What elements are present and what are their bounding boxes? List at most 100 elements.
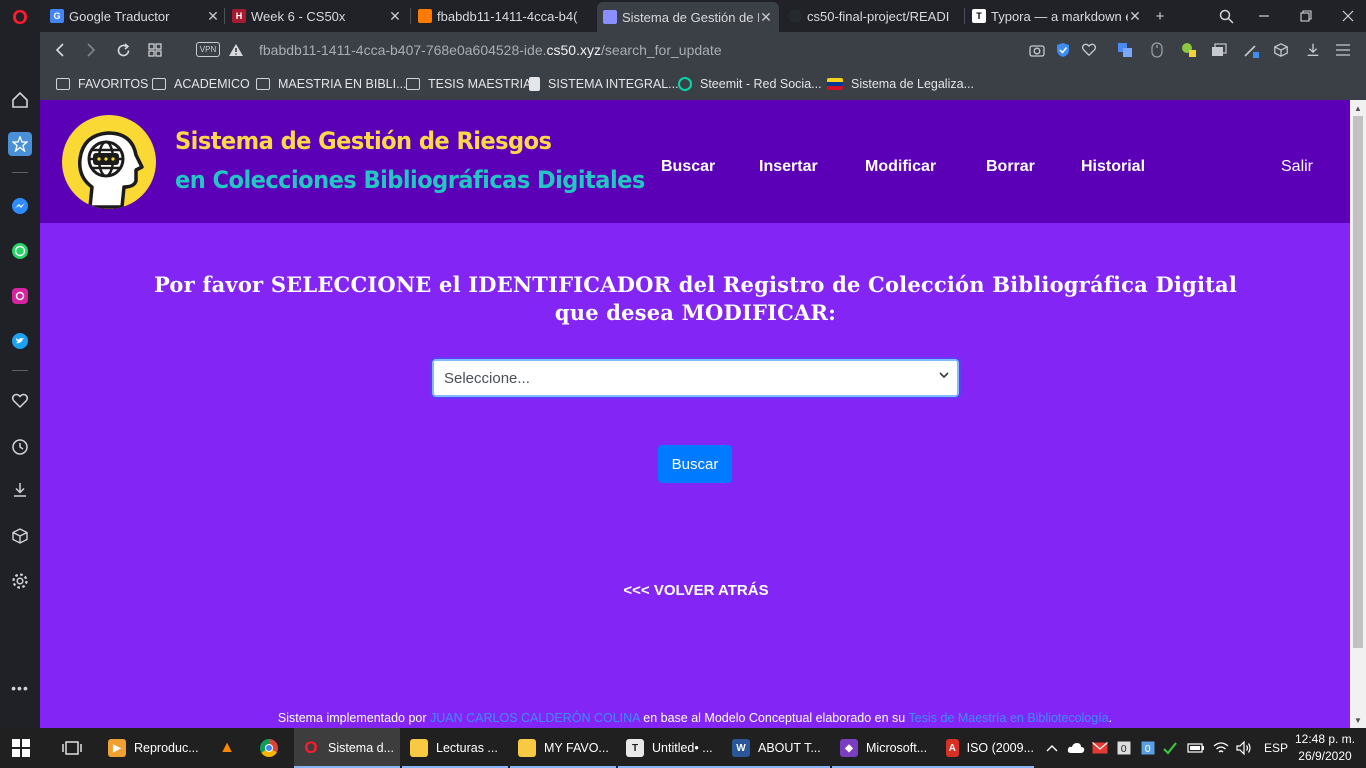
bookmark-tesis[interactable]: TESIS MAESTRIA [406, 75, 532, 93]
bookmark-label: Steemit - Red Socia... [700, 77, 822, 91]
bookmark-favoritos[interactable]: FAVORITOS [56, 75, 148, 93]
checkmark-pencil-icon[interactable] [1161, 739, 1179, 757]
bookmark-sistema-integral[interactable]: SISTEMA INTEGRAL... [529, 75, 679, 93]
typora-icon: T [626, 739, 644, 757]
settings-gear-icon[interactable] [8, 569, 32, 593]
bookmark-steemit[interactable]: Steemit - Red Socia... [678, 75, 822, 93]
wifi-icon[interactable] [1212, 739, 1230, 757]
downloads-icon[interactable] [8, 478, 32, 502]
warning-icon[interactable] [226, 40, 246, 60]
tab-cs50-ide[interactable]: fbabdb11-1411-4cca-b4( [412, 2, 594, 30]
thesis-link[interactable]: Tesis de Maestría en Bibliotecología [909, 711, 1109, 725]
tab-typora[interactable]: T Typora — a markdown e ✕ [966, 2, 1148, 30]
pencil-extension-icon[interactable] [1242, 41, 1260, 59]
close-tab-icon[interactable]: ✕ [1128, 8, 1142, 25]
tray-app-icon[interactable]: 0 [1139, 739, 1157, 757]
snapshot-stack-icon[interactable] [1210, 41, 1228, 59]
close-window-icon[interactable] [1338, 6, 1358, 26]
taskbar-item-chrome[interactable] [252, 728, 292, 768]
volume-icon[interactable] [1235, 739, 1253, 757]
input-language[interactable]: ESP [1264, 741, 1288, 755]
taskbar-label: Microsoft... [866, 741, 928, 755]
nav-historial[interactable]: Historial [1081, 158, 1145, 176]
logout-link[interactable]: Salir [1281, 158, 1313, 176]
address-bar: VPN fbabdb11-1411-4cca-b407-768e0a604528… [40, 32, 1366, 68]
tab-search-icon[interactable] [1216, 6, 1236, 26]
tab-sistema-gestion[interactable]: Sistema de Gestión de R ✕ [597, 2, 779, 32]
taskbar-item-vlc[interactable]: ▲ [210, 728, 250, 768]
identifier-select[interactable]: Seleccione... [432, 359, 959, 397]
minimize-icon[interactable] [1254, 6, 1274, 26]
chevron-up-icon[interactable] [1043, 739, 1061, 757]
easy-setup-menu-icon[interactable] [1334, 41, 1352, 59]
head-globe-logo-icon[interactable] [62, 115, 156, 209]
bookmark-heart-icon[interactable] [1080, 41, 1098, 59]
close-tab-icon[interactable]: ✕ [388, 8, 402, 25]
close-tab-icon[interactable]: ✕ [206, 8, 220, 25]
home-icon[interactable] [8, 88, 32, 112]
taskbar-item-opera[interactable]: O Sistema d... [294, 728, 400, 768]
history-clock-icon[interactable] [8, 435, 32, 459]
system-clock[interactable]: 12:48 p. m. 26/9/2020 [1292, 731, 1358, 765]
back-link[interactable]: <<< VOLVER ATRÁS [620, 582, 772, 599]
messenger-icon[interactable] [8, 194, 32, 218]
taskbar-item-pdf[interactable]: A ISO (2009... [938, 728, 1034, 768]
vpn-badge[interactable]: VPN [196, 42, 220, 57]
taskbar-item-typora[interactable]: T Untitled• ... [618, 728, 724, 768]
forward-arrow-icon[interactable] [81, 40, 101, 60]
bookmark-academico[interactable]: ACADEMICO [152, 75, 250, 93]
scroll-thumb[interactable] [1353, 116, 1363, 648]
taskbar-item-lecturas[interactable]: Lecturas ... [402, 728, 508, 768]
tab-github-readme[interactable]: cs50-final-project/READI [782, 2, 964, 30]
scroll-up-arrow-icon[interactable]: ▲ [1350, 100, 1366, 116]
instagram-icon[interactable] [8, 284, 32, 308]
download-icon[interactable] [1304, 41, 1322, 59]
nav-modificar[interactable]: Modificar [865, 158, 936, 176]
scroll-down-arrow-icon[interactable]: ▼ [1350, 712, 1366, 728]
page-scrollbar[interactable]: ▲ ▼ [1350, 100, 1366, 728]
url-field[interactable]: fbabdb11-1411-4cca-b407-768e0a604528-ide… [259, 42, 722, 58]
camera-snapshot-icon[interactable] [1028, 41, 1046, 59]
twitter-icon[interactable] [8, 329, 32, 353]
restore-window-icon[interactable] [1296, 6, 1316, 26]
nav-insertar[interactable]: Insertar [759, 158, 818, 176]
translate-extension-icon[interactable] [1116, 41, 1134, 59]
taskbar-item-player[interactable]: ▶ Reproduc... [100, 728, 210, 768]
nav-borrar[interactable]: Borrar [986, 158, 1035, 176]
heart-icon[interactable] [8, 389, 32, 413]
brand-title-line1[interactable]: Sistema de Gestión de Riesgos [175, 127, 552, 155]
opera-logo-icon[interactable]: O [8, 6, 32, 30]
adblock-shield-icon[interactable] [1054, 41, 1072, 59]
battery-icon[interactable] [1187, 739, 1205, 757]
close-tab-icon[interactable]: ✕ [759, 9, 773, 26]
taskbar-item-word[interactable]: W ABOUT T... [724, 728, 830, 768]
nav-buscar[interactable]: Buscar [661, 158, 715, 176]
cloud-upload-icon[interactable] [1067, 739, 1085, 757]
mail-icon[interactable] [1091, 739, 1109, 757]
author-link[interactable]: JUAN CARLOS CALDERÓN COLINA [430, 711, 640, 725]
mouse-extension-icon[interactable] [1148, 41, 1166, 59]
windows-start-icon[interactable] [12, 739, 30, 757]
folder-icon [56, 78, 70, 90]
tray-app-icon[interactable]: 0 [1115, 739, 1133, 757]
tab-google-translate[interactable]: G Google Traductor ✕ [44, 2, 226, 30]
tab-grid-icon[interactable] [145, 40, 165, 60]
taskbar-item-microsoft[interactable]: ◆ Microsoft... [832, 728, 938, 768]
page-viewport: Sistema de Gestión de Riesgos en Colecci… [40, 100, 1366, 728]
new-tab-button[interactable]: + [1150, 6, 1170, 26]
speed-dial-icon[interactable] [8, 132, 32, 156]
more-options-icon[interactable]: ••• [8, 676, 32, 700]
brand-title-line2[interactable]: en Colecciones Bibliográficas Digitales [175, 166, 645, 194]
bookmark-maestria[interactable]: MAESTRIA EN BIBLI... [256, 75, 407, 93]
search-button[interactable]: Buscar [658, 445, 732, 483]
task-view-icon[interactable] [62, 739, 82, 757]
taskbar-item-my-favorites[interactable]: MY FAVO... [510, 728, 616, 768]
extensions-cube-icon[interactable] [8, 524, 32, 548]
pinned-extension-icon[interactable] [1180, 41, 1198, 59]
cube-extension-icon[interactable] [1272, 41, 1290, 59]
reload-icon[interactable] [113, 40, 133, 60]
tab-week6-cs50x[interactable]: H Week 6 - CS50x ✕ [226, 2, 408, 30]
whatsapp-icon[interactable] [8, 239, 32, 263]
back-arrow-icon[interactable] [50, 40, 70, 60]
bookmark-legalizacion[interactable]: Sistema de Legaliza... [827, 75, 974, 93]
